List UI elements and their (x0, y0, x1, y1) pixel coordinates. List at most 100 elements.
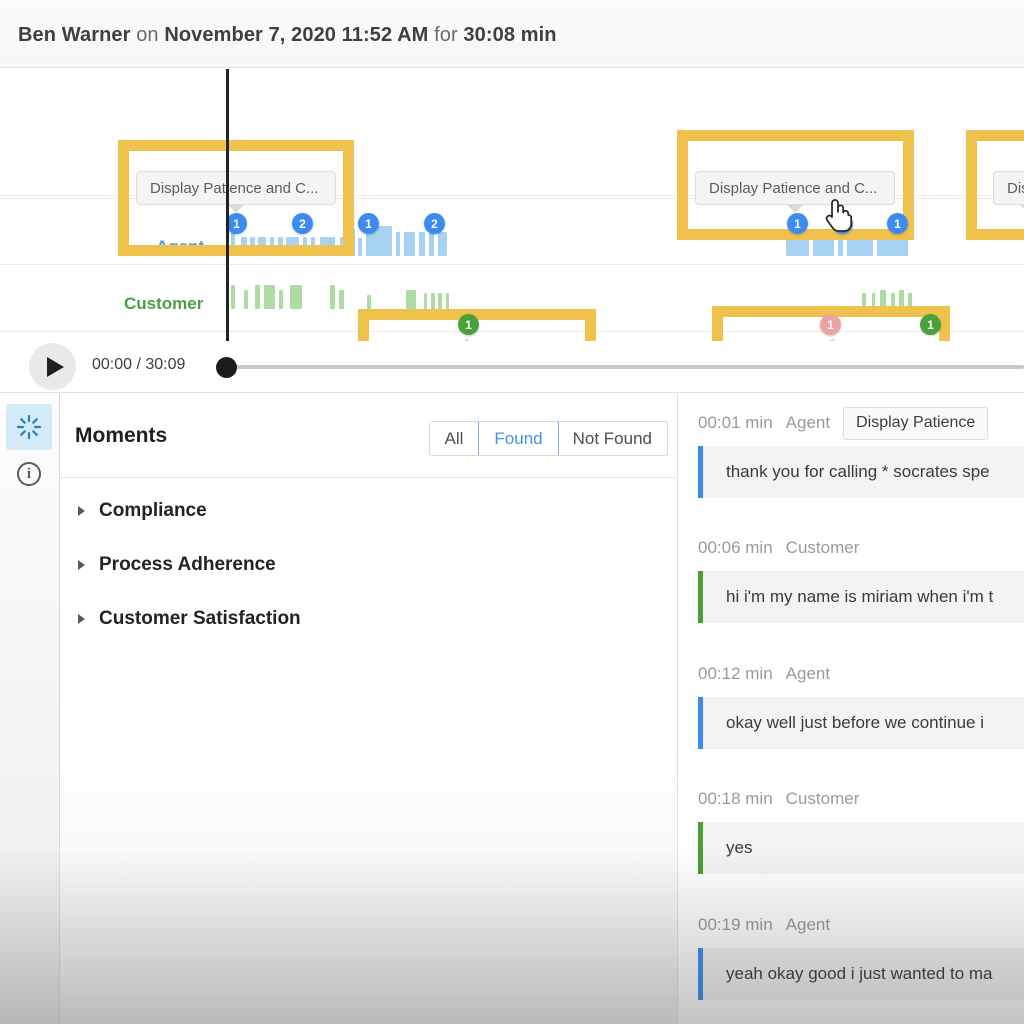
transcript-utterance[interactable]: hi i'm my name is miriam when i'm t (698, 571, 1024, 623)
waveform-bar (279, 290, 283, 309)
moments-category-label: Customer Satisfaction (99, 608, 301, 629)
sparkle-icon (16, 414, 42, 440)
transcript-entry[interactable]: 00:12 min Agent okay well just before we c… (679, 655, 1024, 749)
scrubber-track[interactable] (226, 365, 1024, 369)
waveform-bar (396, 232, 400, 256)
moments-category-label: Process Adherence (99, 554, 276, 575)
waveform-bar (255, 285, 260, 309)
moments-filter-group[interactable]: All Found Not Found (428, 421, 668, 456)
timeline-moment-badge[interactable]: 2 (292, 213, 313, 234)
moment-tooltip-pill[interactable]: Display Patience and C... (136, 171, 336, 205)
moment-tooltip-arrow (228, 205, 244, 213)
scrubber-knob[interactable] (216, 357, 237, 378)
transcript-entry[interactable]: 00:01 min Agent Display Patience thank you … (679, 404, 1024, 498)
transcript-panel[interactable]: 00:01 min Agent Display Patience thank you … (679, 394, 1024, 1024)
info-glyph: i (26, 465, 32, 482)
bottom-section: i Moments All Found Not Found Compliance Pr… (0, 394, 1024, 1024)
waveform-bar (424, 293, 427, 309)
transcript-timestamp: 00:12 min (698, 664, 773, 683)
waveform-bar (438, 232, 447, 256)
timeline-moment-badge[interactable]: 1 (226, 213, 247, 234)
info-icon[interactable]: i (17, 462, 41, 486)
moments-category-row[interactable]: Compliance (60, 484, 678, 538)
page-title: Ben Warner on November 7, 2020 11:52 AM … (18, 24, 557, 47)
transcript-timestamp: 00:06 min (698, 538, 773, 557)
moments-filter-all[interactable]: All (430, 422, 480, 455)
waveform-bar (446, 293, 449, 309)
call-analytics-app: Ben Warner on November 7, 2020 11:52 AM … (0, 0, 1024, 1024)
moment-tooltip-arrow (459, 338, 475, 341)
transcript-utterance[interactable]: yeah okay good i just wanted to ma (698, 948, 1024, 1000)
moments-category-row[interactable]: Customer Satisfaction (60, 592, 678, 646)
waveform-bar (264, 285, 275, 309)
chevron-right-icon[interactable] (78, 614, 85, 624)
transcript-speaker: Customer (785, 789, 860, 808)
timeline-moment-badge[interactable]: 1 (358, 213, 379, 234)
play-icon (46, 356, 64, 377)
transcript-entry[interactable]: 00:18 min Customer yes (679, 780, 1024, 874)
player-bar: 00:00 / 30:09 (0, 341, 1024, 393)
left-icon-rail: i (0, 394, 60, 1024)
moments-filter-not-found[interactable]: Not Found (558, 422, 667, 455)
waveform-bar (406, 290, 416, 309)
moments-header: Moments All Found Not Found (60, 394, 678, 478)
waveform-bar (419, 232, 425, 256)
timeline-moment-badge[interactable]: 1 (920, 314, 941, 335)
timeline-moment-badge[interactable]: 1 (820, 314, 841, 335)
chevron-right-icon[interactable] (78, 506, 85, 516)
waveform-bar (431, 293, 435, 309)
timeline-moment-badge[interactable]: 1 (887, 213, 908, 234)
header-for-word: for (434, 24, 458, 46)
moment-tooltip-arrow (825, 338, 841, 341)
transcript-timestamp: 00:19 min (698, 915, 773, 934)
transcript-moment-tag[interactable]: Display Patience (843, 406, 989, 440)
timeline-moment-badge[interactable]: 2 (424, 213, 445, 234)
timeline-area[interactable]: Agent Customer 1212111111 Display Patien… (0, 69, 1024, 341)
transcript-utterance[interactable]: okay well just before we continue i (698, 697, 1024, 749)
moment-tooltip-pill[interactable]: Dis (993, 171, 1024, 205)
moment-tooltip-arrow (787, 205, 803, 213)
timeline-divider-mid (0, 264, 1024, 265)
waveform-bar (244, 290, 248, 309)
transcript-entry-meta: 00:18 min Customer (679, 780, 1024, 818)
chevron-right-icon[interactable] (78, 560, 85, 570)
call-datetime: November 7, 2020 11:52 AM (164, 24, 429, 46)
transcript-speaker: Agent (785, 413, 831, 432)
waveform-bar (404, 232, 415, 256)
header-on-word: on (136, 24, 159, 46)
moments-filter-found[interactable]: Found (478, 422, 559, 455)
waveform-bar (358, 238, 362, 256)
moments-title: Moments (75, 424, 168, 447)
header-bar: Ben Warner on November 7, 2020 11:52 AM … (0, 0, 1024, 68)
waveform-bar (339, 290, 344, 309)
waveform-bar (231, 285, 235, 309)
transcript-utterance[interactable]: yes (698, 822, 1024, 874)
time-display: 00:00 / 30:09 (92, 356, 186, 373)
timeline-moment-badge[interactable]: 1 (787, 213, 808, 234)
moment-tooltip-arrow (1020, 205, 1024, 213)
transcript-timestamp: 00:18 min (698, 789, 773, 808)
transcript-speaker: Agent (785, 915, 831, 934)
waveform-bar (330, 285, 335, 309)
mouse-cursor-pointer (825, 199, 852, 232)
playhead-line[interactable] (226, 69, 229, 341)
waveform-bar (290, 285, 302, 309)
moments-category-label: Compliance (99, 500, 207, 521)
moments-panel: Moments All Found Not Found Compliance Proc… (60, 394, 678, 1024)
transcript-speaker: Agent (785, 664, 831, 683)
waveform-bar (438, 293, 442, 309)
transcript-entry[interactable]: 00:06 min Customer hi i'm my name is miria… (679, 529, 1024, 623)
call-duration: 30:08 min (463, 24, 557, 46)
transcript-timestamp: 00:01 min (698, 413, 773, 432)
customer-waveform[interactable] (0, 281, 1024, 309)
call-speaker-name: Ben Warner (18, 24, 131, 46)
moments-category-row[interactable]: Process Adherence (60, 538, 678, 592)
rail-item-moments[interactable] (6, 404, 52, 450)
waveform-bar (367, 295, 371, 309)
play-button[interactable] (29, 343, 76, 390)
transcript-utterance[interactable]: thank you for calling * socrates spe (698, 446, 1024, 498)
moment-tooltip-pill[interactable]: Display Patience and C... (695, 171, 895, 205)
transcript-entry-meta: 00:06 min Customer (679, 529, 1024, 567)
timeline-moment-badge[interactable]: 1 (458, 314, 479, 335)
transcript-entry[interactable]: 00:19 min Agent yeah okay good i just want… (679, 906, 1024, 1000)
